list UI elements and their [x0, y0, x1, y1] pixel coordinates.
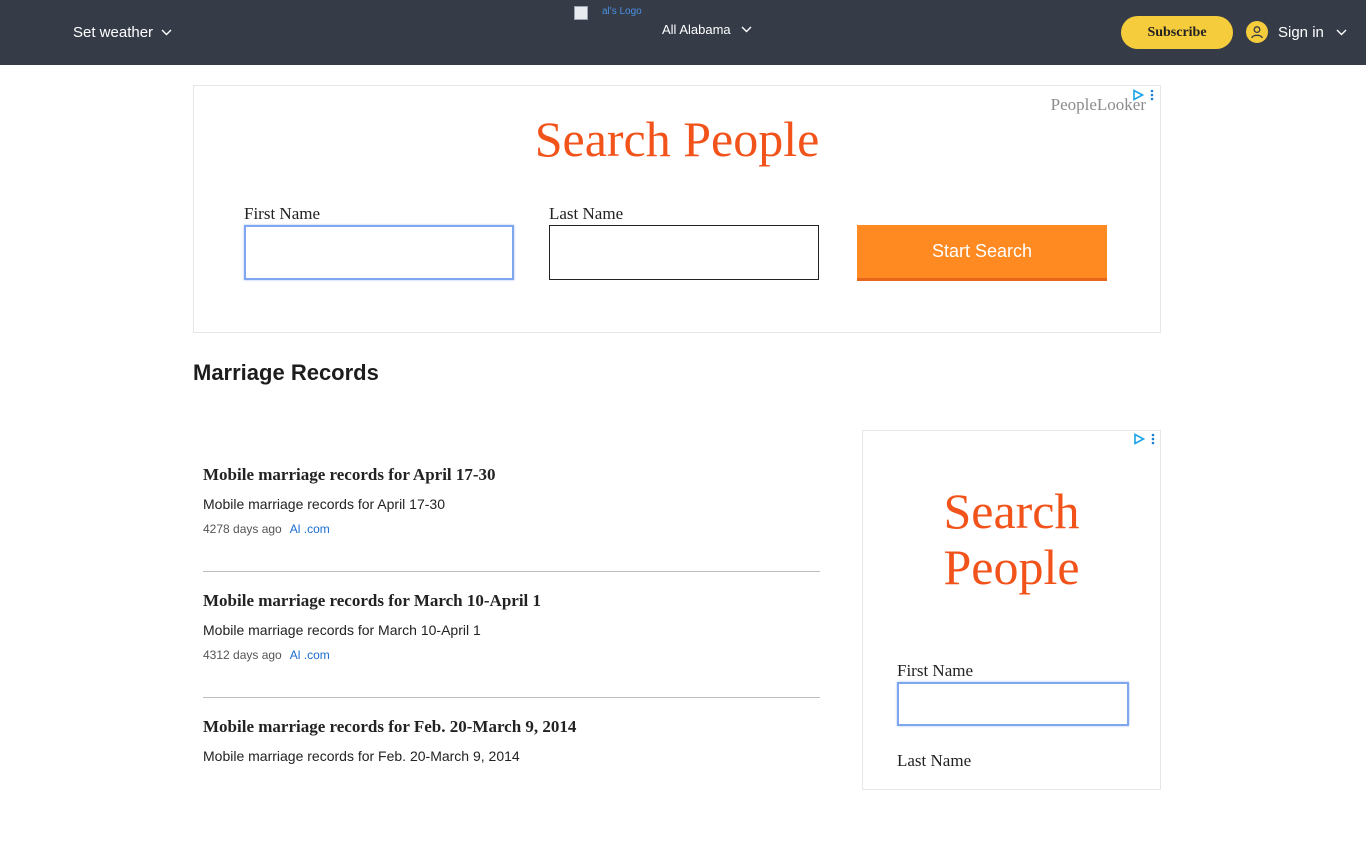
article-list: Mobile marriage records for April 17-30 …: [203, 464, 820, 842]
article-meta: 4278 days ago Al .com: [203, 522, 820, 536]
article-summary: Mobile marriage records for Feb. 20-Marc…: [203, 748, 520, 764]
article-title-link[interactable]: Mobile marriage records for March 10-Apr…: [203, 590, 820, 616]
weather-label: Set weather: [73, 24, 154, 41]
article-age: 4278 days ago: [203, 522, 282, 536]
chevron-down-icon: [1336, 29, 1347, 36]
sign-in-label: Sign in: [1278, 23, 1324, 41]
sign-in-button[interactable]: Sign in: [1246, 21, 1347, 43]
last-name-label: Last Name: [897, 751, 972, 770]
article-source-link[interactable]: Al .com: [290, 522, 330, 536]
article-summary: Mobile marriage records for April 17-30: [203, 496, 445, 512]
divider: [203, 571, 820, 572]
user-icon: [1246, 21, 1268, 43]
list-item: Mobile marriage records for March 10-Apr…: [203, 590, 820, 716]
subscribe-button[interactable]: Subscribe: [1121, 16, 1233, 49]
list-item: Mobile marriage records for Feb. 20-Marc…: [203, 716, 820, 842]
chevron-down-icon: [161, 29, 172, 36]
edition-label: All Alabama: [662, 22, 731, 37]
broken-image-icon: [574, 6, 588, 20]
list-item: Mobile marriage records for April 17-30 …: [203, 464, 820, 590]
divider: [203, 697, 820, 698]
ad-menu-icon[interactable]: [1151, 432, 1155, 450]
people-search-ad-banner[interactable]: PeopleLooker Search People First Name La…: [193, 85, 1161, 333]
chevron-down-icon: [741, 26, 752, 33]
ad-title: Search People: [863, 483, 1160, 595]
edition-dropdown[interactable]: All Alabama: [662, 22, 752, 37]
first-name-label: First Name: [244, 204, 321, 223]
first-name-field[interactable]: [244, 225, 514, 280]
article-summary: Mobile marriage records for March 10-Apr…: [203, 622, 481, 638]
ad-title-line: People: [943, 539, 1080, 595]
site-header: Set weather al's Logo All Alabama Subscr…: [0, 0, 1366, 65]
ad-menu-icon[interactable]: [1150, 88, 1154, 106]
article-title-link[interactable]: Mobile marriage records for April 17-30: [203, 464, 820, 490]
page-title: Marriage Records: [193, 360, 379, 385]
first-name-field[interactable]: [897, 682, 1129, 726]
adchoices-icon[interactable]: [1133, 432, 1146, 450]
ad-controls[interactable]: [1133, 432, 1155, 450]
set-weather-button[interactable]: Set weather: [73, 24, 172, 41]
start-search-button[interactable]: Start Search: [857, 225, 1107, 281]
people-search-ad-sidebar[interactable]: Search People First Name Last Name: [862, 430, 1161, 790]
first-name-label: First Name: [897, 661, 974, 680]
article-age: 4312 days ago: [203, 648, 282, 662]
logo-alt-text: al's Logo: [602, 6, 642, 17]
last-name-field[interactable]: [549, 225, 819, 280]
site-logo[interactable]: al's Logo: [574, 6, 642, 20]
last-name-label: Last Name: [549, 204, 624, 223]
article-source-link[interactable]: Al .com: [290, 648, 330, 662]
ad-title-line: Search: [943, 483, 1080, 539]
article-meta: 4312 days ago Al .com: [203, 648, 820, 662]
ad-title: Search People: [534, 111, 820, 167]
article-title-link[interactable]: Mobile marriage records for Feb. 20-Marc…: [203, 716, 820, 742]
